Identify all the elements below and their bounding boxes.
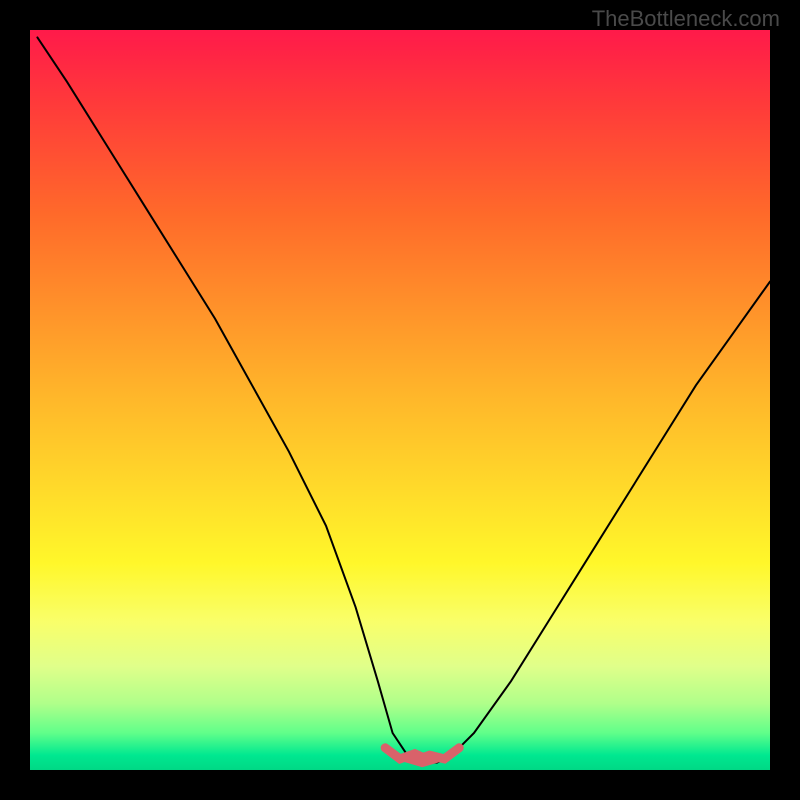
valley-highlight [385, 748, 459, 763]
watermark-text: TheBottleneck.com [592, 6, 780, 32]
chart-curve-svg [30, 30, 770, 770]
curve-path [37, 37, 770, 762]
chart-plot-area [30, 30, 770, 770]
